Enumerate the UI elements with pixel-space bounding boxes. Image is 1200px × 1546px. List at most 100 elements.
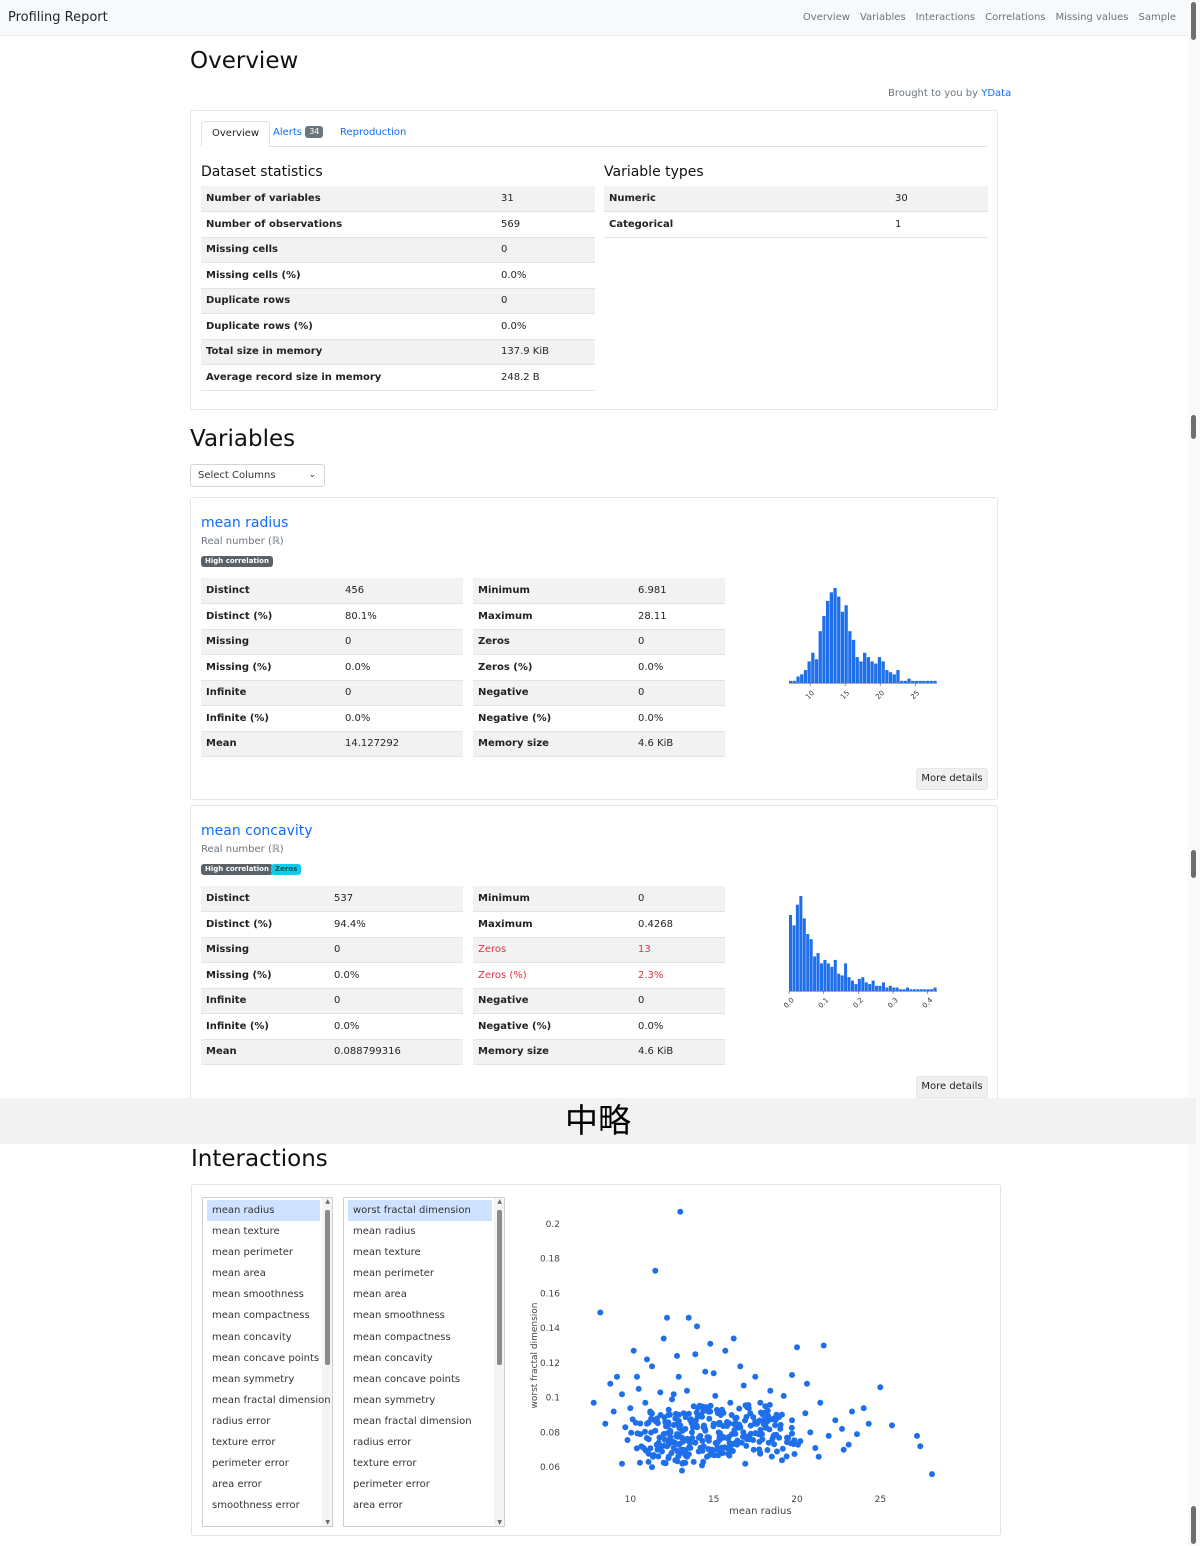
listbox-option[interactable]: mean fractal dimension [207, 1390, 331, 1411]
listbox-option[interactable]: mean smoothness [348, 1305, 492, 1326]
scrollbar-thumb[interactable] [1191, 415, 1196, 439]
histogram-tick-label: 0.0 [782, 996, 796, 1010]
tab-reproduction[interactable]: Reproduction [330, 121, 416, 147]
listbox-option[interactable]: mean texture [348, 1242, 492, 1263]
scatter-point [768, 1453, 775, 1460]
histogram-bar [918, 680, 922, 683]
listbox-option[interactable]: mean concavity [348, 1348, 492, 1369]
variable-type-label: Categorical [604, 211, 890, 238]
listbox-option[interactable]: area error [348, 1495, 492, 1516]
listbox-option[interactable]: smoothness error [207, 1495, 320, 1516]
nav-link-correlations[interactable]: Correlations [985, 12, 1045, 23]
scatter-point [690, 1458, 697, 1465]
listbox-option[interactable]: mean perimeter [348, 1263, 492, 1284]
histogram-bar [912, 989, 916, 991]
scatter-point [622, 1424, 629, 1431]
listbox-scrollbar[interactable]: ▲ ▼ [494, 1198, 504, 1526]
listbox-option[interactable]: texture error [348, 1453, 492, 1474]
histogram-bar [830, 966, 834, 991]
scatter-point [756, 1438, 763, 1445]
dataset-stat-label: Missing cells (%) [201, 262, 496, 289]
variable-name-link[interactable]: mean radius [201, 515, 288, 531]
more-details-button[interactable]: More details [916, 1076, 988, 1098]
select-columns-dropdown[interactable]: Select Columns ⌄ [190, 464, 325, 487]
page-scrollbar[interactable] [1188, 0, 1200, 1546]
histogram-bar [789, 915, 793, 991]
scrollbar-thumb[interactable] [1191, 1506, 1196, 1544]
listbox-scroll-thumb[interactable] [497, 1210, 502, 1365]
variable-stat-label: Infinite [201, 680, 340, 706]
nav-link-missing-values[interactable]: Missing values [1056, 12, 1129, 23]
scroll-down-arrow-icon[interactable]: ▼ [325, 1519, 330, 1526]
listbox-option[interactable]: area error [207, 1474, 320, 1495]
dataset-stat-row: Number of observations 569 [201, 211, 595, 238]
variable-stat-row: Negative (%) 0.0% [473, 1013, 725, 1040]
listbox-option[interactable]: mean concave points [348, 1369, 492, 1390]
listbox-option[interactable]: mean symmetry [207, 1369, 320, 1390]
nav-link-overview[interactable]: Overview [803, 12, 850, 23]
histogram-bar [855, 657, 859, 683]
listbox-option[interactable]: mean perimeter [207, 1242, 320, 1263]
listbox-option[interactable]: perimeter error [207, 1453, 320, 1474]
histogram-bar [914, 680, 919, 683]
variable-type-label: Real number (ℝ) [201, 844, 284, 855]
scroll-up-arrow-icon[interactable]: ▲ [497, 1198, 502, 1205]
listbox-option[interactable]: radius error [207, 1411, 320, 1432]
scroll-down-arrow-icon[interactable]: ▼ [497, 1519, 502, 1526]
listbox-scrollbar[interactable]: ▲ ▼ [322, 1198, 332, 1526]
variable-stat-row: Zeros (%) 0.0% [473, 654, 725, 681]
nav-link-sample[interactable]: Sample [1139, 12, 1177, 23]
listbox-option[interactable]: radius error [348, 1432, 492, 1453]
scatter-point [642, 1399, 649, 1406]
listbox-option[interactable]: mean concavity [207, 1327, 320, 1348]
scatter-point [632, 1419, 639, 1426]
tab-overview[interactable]: Overview [201, 121, 271, 147]
listbox-option[interactable]: mean smoothness [207, 1284, 320, 1305]
overview-card: Overview Alerts 34 Reproduction Dataset … [190, 110, 998, 410]
variable-stat-label: Infinite (%) [201, 705, 340, 732]
listbox-option[interactable]: texture error [207, 1432, 320, 1453]
dataset-stat-label: Duplicate rows [201, 288, 496, 314]
y-variable-listbox[interactable]: ▲ ▼ worst fractal dimension mean radius me… [343, 1197, 505, 1527]
variable-stat-label: Negative (%) [473, 1013, 633, 1040]
listbox-option[interactable]: mean compactness [207, 1305, 320, 1326]
variable-stat-row: Maximum 0.4268 [473, 911, 725, 938]
scrollbar-thumb[interactable] [1191, 2, 1196, 40]
scatter-point [665, 1412, 672, 1418]
scatter-point [766, 1401, 773, 1408]
tab-alerts[interactable]: Alerts 34 [263, 121, 333, 147]
scroll-up-arrow-icon[interactable]: ▲ [325, 1198, 330, 1205]
dataset-stat-row: Total size in memory 137.9 KiB [201, 339, 595, 365]
variable-stat-value: 0 [329, 988, 463, 1014]
listbox-option[interactable]: mean area [348, 1284, 492, 1305]
dataset-stat-row: Missing cells (%) 0.0% [201, 262, 595, 289]
variable-name-link[interactable]: mean concavity [201, 823, 313, 839]
ydata-link[interactable]: YData [981, 88, 1011, 99]
listbox-option[interactable]: mean texture [207, 1221, 320, 1242]
listbox-option[interactable]: worst fractal dimension [348, 1200, 492, 1222]
scatter-point [619, 1391, 625, 1398]
variable-types-table: Numeric 30 Categorical 1 [604, 186, 988, 238]
listbox-option[interactable]: mean radius [207, 1200, 320, 1222]
listbox-scroll-thumb[interactable] [325, 1210, 330, 1365]
listbox-option[interactable]: mean compactness [348, 1327, 492, 1348]
brand-title[interactable]: Profiling Report [8, 10, 108, 25]
histogram-bar [866, 657, 870, 683]
x-variable-listbox[interactable]: ▲ ▼ mean radius mean texture mean perimete… [202, 1197, 333, 1527]
listbox-option[interactable]: mean radius [348, 1221, 492, 1242]
scatter-point [706, 1415, 713, 1422]
histogram-bar [844, 605, 848, 683]
listbox-option[interactable]: mean fractal dimension [348, 1411, 492, 1432]
scatter-point [825, 1432, 832, 1439]
listbox-option[interactable]: mean area [207, 1263, 320, 1284]
nav-link-interactions[interactable]: Interactions [916, 12, 975, 23]
listbox-option[interactable]: perimeter error [348, 1474, 492, 1495]
variable-stat-label: Minimum [473, 578, 633, 604]
nav-link-variables[interactable]: Variables [860, 12, 906, 23]
listbox-option[interactable]: mean concave points [207, 1348, 320, 1369]
scrollbar-thumb[interactable] [1191, 850, 1196, 878]
listbox-option[interactable]: mean symmetry [348, 1390, 492, 1411]
more-details-button[interactable]: More details [916, 768, 988, 790]
variable-type-label: Real number (ℝ) [201, 536, 284, 547]
tab-reproduction-label: Reproduction [340, 127, 407, 138]
